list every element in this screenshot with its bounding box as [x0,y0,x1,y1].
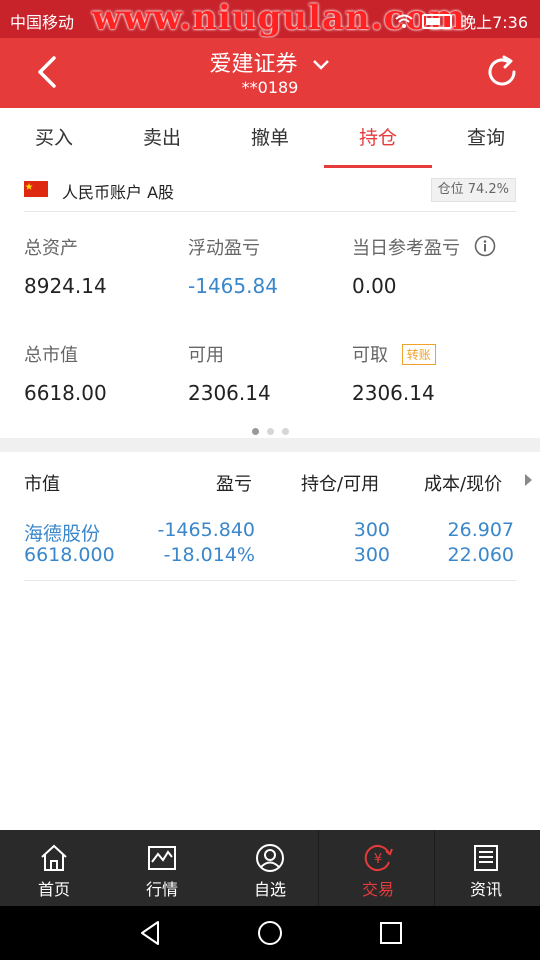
yuan-trade-icon: ¥ [364,845,393,871]
stat-label: 总市值 [24,345,78,366]
tab-sell[interactable]: 卖出 [108,108,216,168]
nav-trade[interactable]: ¥ 交易 [324,830,432,906]
stat-label: 总资产 [24,238,78,259]
system-nav-bar [0,906,540,960]
col-header-market-value[interactable]: 市值 [24,470,60,496]
transfer-button[interactable]: 转账 [401,344,436,365]
app-header: 爱建证券 **0189 [0,38,540,108]
stat-label: 可用 [188,345,224,366]
stat-floating-pl: 浮动盈亏 -1465.84 [188,234,278,298]
bottom-nav: 首页 行情 自选 ¥ 交易 资讯 [0,830,540,906]
carrier-label: 中国移动 [10,13,75,32]
col-header-position[interactable]: 持仓/可用 [301,470,379,496]
tab-cancel[interactable]: 撤单 [216,108,324,168]
tab-buy[interactable]: 买入 [0,108,108,168]
stat-value: 0.00 [352,274,397,298]
system-recents-icon[interactable] [376,918,406,948]
refresh-icon[interactable] [482,52,522,92]
stat-withdrawable: 可取 转账 2306.14 [352,341,436,405]
stat-value: 2306.14 [352,381,435,405]
stat-today-pl: 当日参考盈亏 0.00 [352,234,496,298]
account-type-label: 人民币账户 A股 [62,183,175,202]
clock-label: 晚上7:36 [460,13,528,32]
stat-label: 浮动盈亏 [188,238,260,259]
tab-holdings[interactable]: 持仓 [324,108,432,168]
nav-market[interactable]: 行情 [108,830,216,906]
info-icon[interactable] [474,235,496,257]
nav-news[interactable]: 资讯 [432,830,540,906]
nav-watchlist[interactable]: 自选 [216,830,324,906]
stock-cost: 26.907 [447,519,514,541]
page-indicator [0,420,540,439]
broker-name: 爱建证券 [209,52,298,77]
col-header-cost-price[interactable]: 成本/现价 [424,470,502,496]
stat-value: 6618.00 [24,381,107,405]
chart-icon [148,846,176,870]
nav-label: 行情 [145,880,178,899]
nav-label: 首页 [37,880,70,899]
page-dot [281,428,289,435]
stock-available: 300 [353,544,390,566]
stock-pl: -1465.840 [157,519,255,541]
nav-label: 自选 [253,880,286,899]
account-number: **0189 [241,78,299,97]
section-divider [0,438,540,452]
col-header-pl[interactable]: 盈亏 [216,470,252,496]
stock-market-value: 6618.000 [24,544,115,566]
svg-text:¥: ¥ [374,852,382,867]
nav-label: 资讯 [469,880,502,899]
stat-label: 当日参考盈亏 [352,238,460,259]
status-bar: 中国移动 www.niugulan.com 晚上7:36 [0,0,540,38]
stock-position: 300 [353,519,390,541]
stat-market-value: 总市值 6618.00 [24,341,107,405]
stock-price: 22.060 [447,544,514,566]
page-dot [251,428,259,435]
stat-label: 可取 [352,345,388,366]
stock-name: 海德股份 [24,523,101,545]
chevron-down-icon [312,60,329,70]
broker-selector[interactable]: 爱建证券 [0,46,540,78]
row-divider [24,580,516,581]
stat-value: 2306.14 [188,381,271,405]
nav-label: 交易 [361,880,394,899]
china-flag-icon [24,181,48,197]
scroll-right-icon[interactable] [525,474,532,486]
tab-query[interactable]: 查询 [432,108,540,168]
nav-divider [318,830,319,906]
stat-value: -1465.84 [188,274,278,298]
stat-label-row: 可取 转账 [352,341,436,367]
news-icon [474,845,498,871]
trade-tabs: 买入 卖出 撤单 持仓 查询 [0,108,540,168]
stock-pl-percent: -18.014% [163,544,255,566]
account-row: 人民币账户 A股 仓位 74.2% [24,170,516,212]
stat-available: 可用 2306.14 [188,341,271,405]
position-ratio-badge: 仓位 74.2% [430,178,516,202]
user-icon [256,844,284,872]
home-icon [41,844,67,871]
system-home-icon[interactable] [255,918,285,948]
stat-label-row: 当日参考盈亏 [352,234,496,260]
stat-total-assets: 总资产 8924.14 [24,234,107,298]
stat-value: 8924.14 [24,274,107,298]
battery-icon [422,13,453,29]
wifi-icon [395,14,413,28]
status-icons: 晚上7:36 [394,9,528,33]
nav-divider [434,830,435,906]
page-dot [266,428,274,435]
nav-home[interactable]: 首页 [0,830,108,906]
system-back-icon[interactable] [136,918,166,948]
